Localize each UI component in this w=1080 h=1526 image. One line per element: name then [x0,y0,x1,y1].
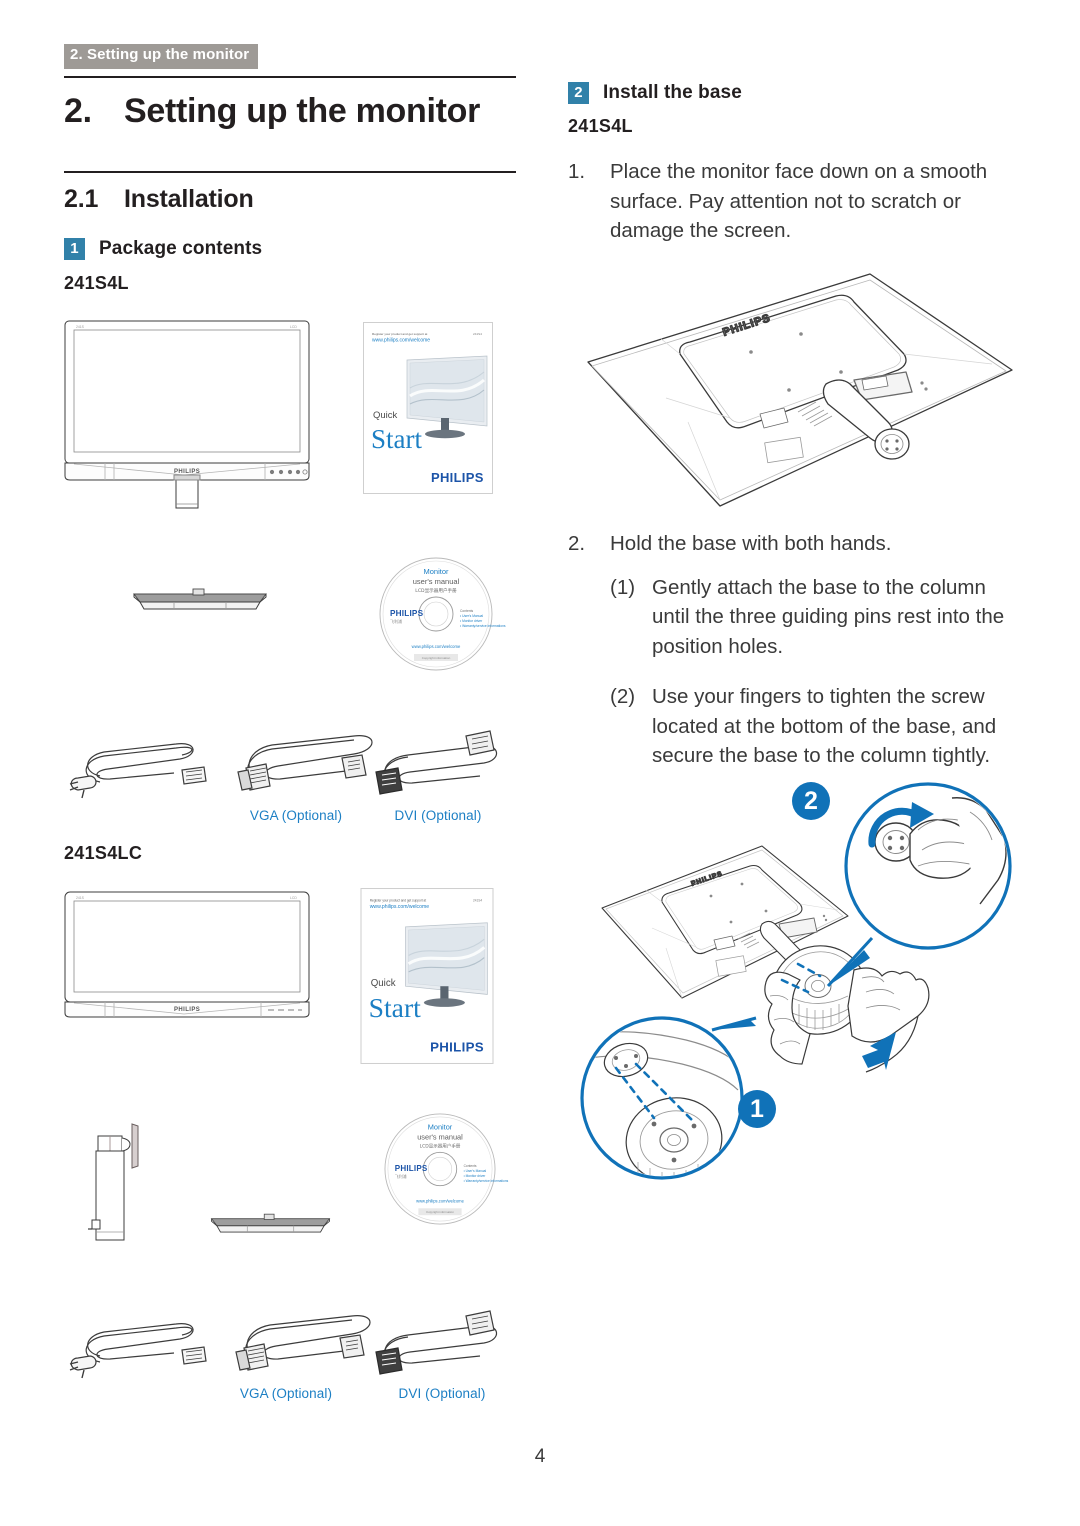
cd-contents-title: Contents [460,609,474,613]
install-base-subhead: 2 Install the base [568,82,1020,104]
section-title-text: Installation [124,185,254,214]
svg-text:www.philips.com/welcome: www.philips.com/welcome [370,904,430,910]
figure-cd-disc-bottom: Monitor user's manual LCD显示器用户手册 PHILIPS… [383,1112,509,1226]
cd-footer: Copyright information [422,656,451,660]
left-column: 2. Setting up the monitor 2.1 Installati… [64,76,516,294]
svg-text:LCD: LCD [290,325,297,329]
svg-text:www.philips.com/welcome: www.philips.com/welcome [416,1198,464,1203]
qsg-corner-code: 241S4 [473,332,482,336]
model-label-241s4lc: 241S4LC [64,843,143,863]
divider-above-chapter-title [64,76,516,78]
install-step-2-substeps: (1) Gently attach the base to the column… [610,573,1020,771]
cd-url: www.philips.com/welcome [412,644,461,649]
figure-dvi-cable-bottom [362,1308,504,1386]
svg-text:LCD: LCD [290,896,297,900]
qsg-word-quick: Quick [373,410,398,421]
caption-vga-optional-top: VGA (Optional) [249,808,343,823]
figure-quick-start-guide-top: Register your product and get support at… [363,322,493,494]
svg-text:user's manual: user's manual [417,1133,463,1142]
svg-text:PHILIPS: PHILIPS [430,1040,484,1055]
svg-text:Start: Start [369,992,421,1023]
svg-text:• Warranty/service information: • Warranty/service informations [464,1179,509,1183]
cd-line2: user's manual [413,577,460,586]
svg-text:Register your product and get: Register your product and get support at [370,898,427,902]
step-2-marker: 2. [568,532,586,555]
svg-text:• Monitor driver: • Monitor driver [460,619,483,623]
caption-vga-optional-bottom: VGA (Optional) [239,1386,333,1401]
substep-1-marker: (1) [610,575,636,599]
figure-monitor-base-plate-241s4l [130,583,270,617]
substep-1-text: Gently attach the base to the column unt… [652,575,1005,659]
svg-text:• Monitor driver: • Monitor driver [464,1174,487,1178]
package-contents-label: Package contents [99,238,263,260]
right-model-label: 241S4L [568,116,633,136]
svg-text:• User's Manual: • User's Manual [464,1169,487,1173]
chapter-title-text: Setting up the monitor [124,92,481,130]
cd-brand-sub: 飞利浦 [390,618,402,624]
substep-2-marker: (2) [610,684,636,708]
step-1-text: Place the monitor face down on a smooth … [610,160,988,243]
figure-monitor-column-241s4lc [88,1122,152,1244]
install-step-1: 1. Place the monitor face down on a smoo… [568,157,1020,246]
svg-text:Contents: Contents [464,1164,477,1168]
qsg-word-start: Start [371,424,422,454]
svg-text:241S: 241S [76,896,85,900]
figure-quick-start-guide-bottom: Register your product and get support at… [358,888,496,1064]
install-substep-1: (1) Gently attach the base to the column… [610,573,1020,662]
qsg-brand: PHILIPS [431,470,484,485]
running-header: 2. Setting up the monitor [64,44,259,69]
package-contents-subhead: 1 Package contents [64,238,516,261]
svg-text:LCD显示器用户手册: LCD显示器用户手册 [420,1142,461,1149]
figure-cd-disc-top: Monitor user's manual LCD显示器用户手册 PHILIPS… [378,556,506,672]
figure-monitor-241s4lc-front: PHILIPS 241S LCD [62,889,312,1019]
model-label-241s4l: 241S4L [64,273,129,294]
figure-monitor-face-down: PHILIPS [570,273,1022,532]
figure-power-cable-top [64,732,214,802]
section-number: 2.1 [64,185,99,214]
svg-text:Copyright information: Copyright information [426,1210,454,1214]
install-step-2-block: 2. Hold the base with both hands. (1) Ge… [568,529,1020,771]
callout-1-magnifier: 1 [580,1016,776,1180]
chapter-number: 2. [64,92,92,130]
figure-dvi-cable-top [362,728,504,806]
svg-text:241S: 241S [76,325,85,329]
callout-2-number: 2 [804,787,818,815]
install-substep-2: (2) Use your fingers to tighten the scre… [610,682,1020,771]
figure-vga-cable-bottom [224,1308,384,1384]
svg-text:• Warranty/service information: • Warranty/service informations [460,624,506,628]
svg-text:PHILIPS: PHILIPS [174,1007,200,1013]
page-title: 2. Setting up the monitor [64,92,516,131]
figure-monitor-base-plate-241s4lc [208,1208,333,1240]
svg-text:Monitor: Monitor [428,1123,453,1132]
figure-monitor-241s4l-front: PHILIPS 241S LCD [62,318,312,509]
cd-line1: Monitor [423,567,449,576]
step-2-text: Hold the base with both hands. [610,532,892,555]
right-column: 2 Install the base 241S4L 1. Place the m… [568,82,1020,246]
cd-brand: PHILIPS [390,609,424,618]
svg-text:PHILIPS: PHILIPS [395,1164,428,1173]
svg-text:• User's Manual: • User's Manual [460,614,483,618]
svg-text:PHILIPS: PHILIPS [174,469,200,475]
cd-line3: LCD显示器用户手册 [415,587,457,594]
svg-text:241S4: 241S4 [473,898,482,902]
substep-2-text: Use your fingers to tighten the screw lo… [652,684,997,768]
svg-text:飞利浦: 飞利浦 [395,1174,407,1179]
qsg-url-line2: www.philips.com/welcome [372,338,430,344]
caption-dvi-optional-top: DVI (Optional) [394,808,482,823]
step-badge-1: 1 [64,238,85,261]
section-heading: 2.1 Installation [64,184,516,214]
install-step-2: 2. Hold the base with both hands. [568,529,1020,559]
callout-1-number: 1 [750,1095,764,1123]
figure-base-assembly: PHILIPS 1 2 [566,768,1028,1192]
install-base-label: Install the base [603,82,742,103]
svg-text:Quick: Quick [371,978,396,989]
qsg-url-line1: Register your product and get support at [372,332,428,336]
step-badge-2: 2 [568,82,589,104]
page-number: 4 [534,1446,546,1467]
divider-above-section-title [64,171,516,174]
figure-power-cable-bottom [64,1312,214,1382]
caption-dvi-optional-bottom: DVI (Optional) [398,1386,486,1401]
step-1-marker: 1. [568,160,586,183]
